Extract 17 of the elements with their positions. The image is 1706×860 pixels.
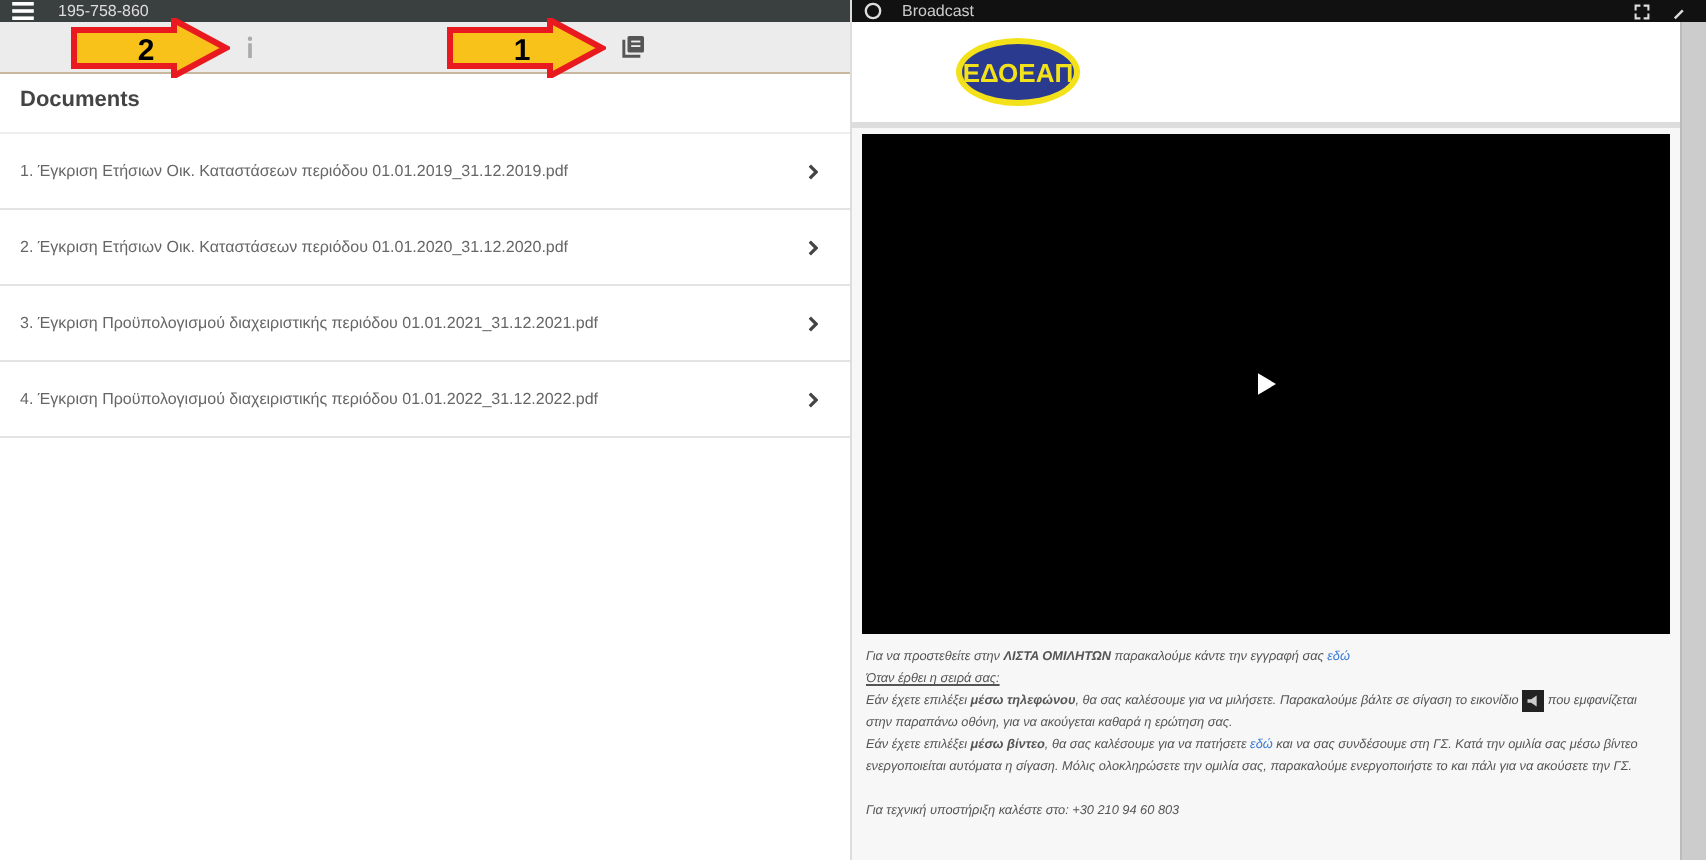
documents-icon[interactable] — [622, 36, 644, 58]
annotation-arrow: 2 — [70, 17, 230, 77]
annotation-arrow: 1 — [446, 17, 606, 77]
speaker-icon — [1522, 690, 1545, 712]
panel-title: Broadcast — [902, 2, 977, 20]
meeting-id: 195-758-860 — [58, 2, 149, 20]
document-item[interactable]: 3. Έγκριση Προϋπολογισμού διαχειριστικής περιόδου 01.01.2021_31.12.2021.pdf — [0, 286, 850, 362]
logo: ΕΔΟΕΑΠ — [956, 38, 1080, 106]
document-item[interactable]: 4. Έγκριση Προϋπολογισμού διαχειριστικής περιόδου 01.01.2022_31.12.2022.pdf — [0, 362, 850, 438]
globe-icon — [864, 2, 882, 20]
scrollbar[interactable] — [1680, 22, 1706, 860]
document-item[interactable]: 1. Έγκριση Ετήσιων Οικ. Καταστάσεων περιόδου 01.01.2019_31.12.2019.pdf — [0, 134, 850, 210]
menu-icon[interactable] — [12, 2, 34, 20]
document-item[interactable]: 2. Έγκριση Ετήσιων Οικ. Καταστάσεων περιόδου 01.01.2020_31.12.2020.pdf — [0, 210, 850, 286]
fullscreen-icon[interactable] — [1634, 3, 1650, 19]
play-icon[interactable] — [1257, 372, 1275, 396]
section-title: Documents — [0, 74, 850, 134]
